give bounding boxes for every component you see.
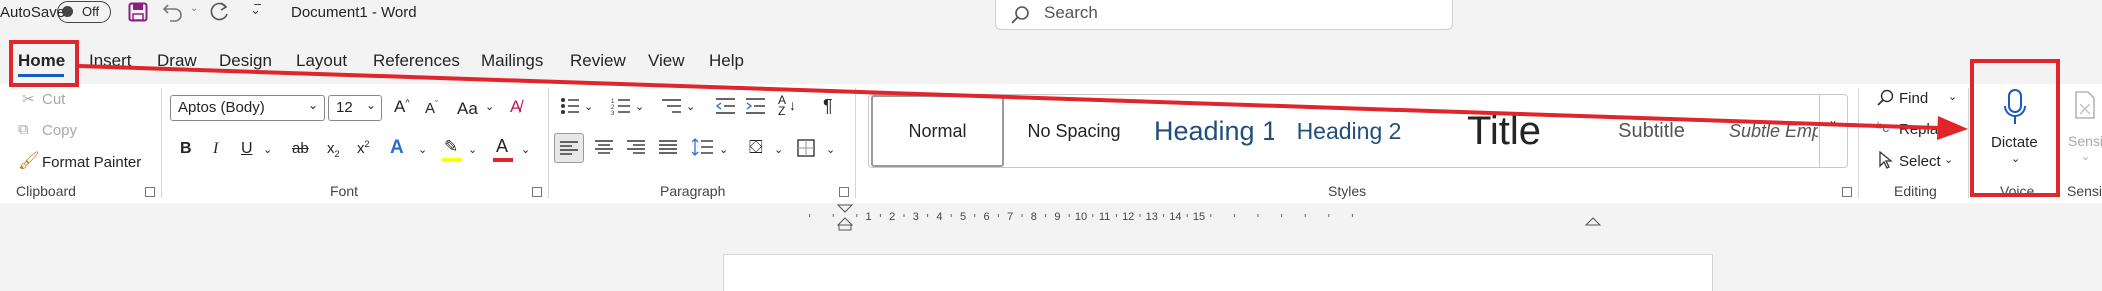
annotation-arrow <box>78 64 1968 140</box>
